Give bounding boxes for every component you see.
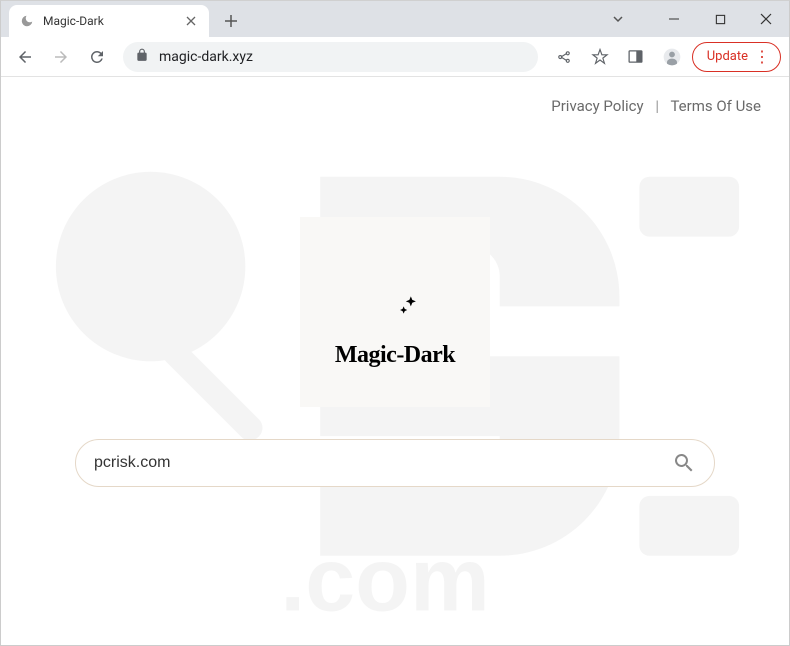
- logo-area: Magic-Dark: [300, 217, 490, 407]
- lock-icon: [135, 48, 149, 66]
- update-button[interactable]: Update ⋮: [692, 42, 781, 72]
- tab-title: Magic-Dark: [43, 14, 183, 28]
- new-tab-button[interactable]: [217, 7, 245, 35]
- brand-name: Magic-Dark: [335, 342, 455, 369]
- browser-toolbar: magic-dark.xyz Update ⋮: [1, 37, 789, 77]
- svg-text:.com: .com: [280, 531, 490, 631]
- link-separator: |: [655, 97, 659, 115]
- search-box: [75, 439, 715, 487]
- reload-button[interactable]: [81, 41, 113, 73]
- browser-title-bar: Magic-Dark: [1, 1, 789, 37]
- update-label: Update: [707, 49, 748, 64]
- address-bar[interactable]: magic-dark.xyz: [123, 42, 538, 72]
- menu-dots-icon: ⋮: [754, 49, 770, 65]
- moon-icon: [359, 256, 431, 332]
- bookmark-icon[interactable]: [584, 41, 616, 73]
- url-text: magic-dark.xyz: [159, 49, 253, 65]
- page-content: .com Privacy Policy | Terms Of Use Magic…: [1, 77, 789, 645]
- tab-favicon-icon: [19, 13, 35, 29]
- search-icon: [672, 451, 696, 475]
- side-panel-icon[interactable]: [620, 41, 652, 73]
- chevron-down-icon[interactable]: [595, 1, 641, 37]
- close-button[interactable]: [743, 1, 789, 37]
- profile-icon[interactable]: [656, 41, 688, 73]
- terms-link[interactable]: Terms Of Use: [670, 97, 761, 115]
- back-button[interactable]: [9, 41, 41, 73]
- maximize-button[interactable]: [697, 1, 743, 37]
- privacy-policy-link[interactable]: Privacy Policy: [551, 97, 643, 115]
- header-links: Privacy Policy | Terms Of Use: [551, 97, 761, 115]
- browser-tab[interactable]: Magic-Dark: [9, 5, 209, 37]
- tab-close-icon[interactable]: [183, 13, 199, 29]
- search-input[interactable]: [94, 454, 672, 472]
- share-icon[interactable]: [548, 41, 580, 73]
- forward-button[interactable]: [45, 41, 77, 73]
- search-button[interactable]: [672, 451, 696, 475]
- minimize-button[interactable]: [651, 1, 697, 37]
